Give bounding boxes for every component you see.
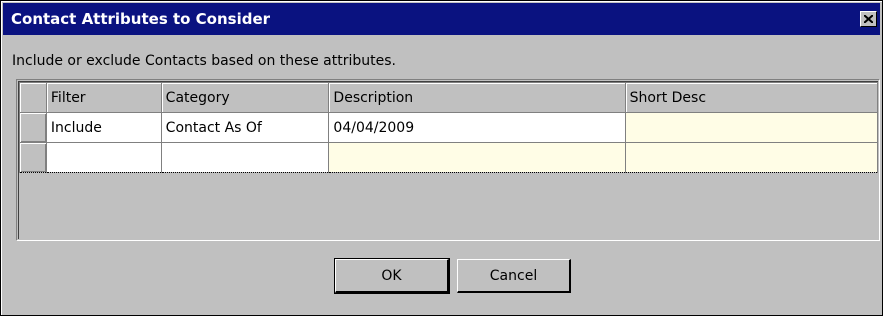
cell-short-desc[interactable]: [624, 112, 879, 143]
cell-filter[interactable]: [45, 142, 162, 173]
close-button[interactable]: [860, 11, 877, 27]
dialog-window: Contact Attributes to Consider Include o…: [0, 0, 883, 316]
grid-header-row: Filter Category Description Short Desc: [19, 82, 879, 113]
column-header-short-desc[interactable]: Short Desc: [624, 82, 879, 113]
column-header-description[interactable]: Description: [328, 82, 626, 113]
title-bar[interactable]: Contact Attributes to Consider: [3, 3, 880, 35]
cell-description[interactable]: 04/04/2009: [328, 112, 626, 143]
window-title: Contact Attributes to Consider: [11, 10, 271, 28]
row-selector[interactable]: [19, 112, 47, 143]
cancel-button[interactable]: Cancel: [457, 259, 571, 293]
cell-filter[interactable]: Include: [45, 112, 162, 143]
cell-description[interactable]: [328, 142, 626, 173]
header-corner: [19, 82, 47, 113]
cell-short-desc[interactable]: [624, 142, 879, 173]
cell-category[interactable]: Contact As Of: [160, 112, 330, 143]
ok-button[interactable]: OK: [334, 258, 450, 294]
cell-category[interactable]: [160, 142, 330, 173]
table-row-new: [19, 142, 879, 173]
row-selector[interactable]: [19, 142, 47, 173]
attributes-grid[interactable]: Filter Category Description Short Desc I…: [16, 79, 880, 241]
close-icon: [864, 15, 873, 23]
column-header-category[interactable]: Category: [160, 82, 330, 113]
instructions-text: Include or exclude Contacts based on the…: [12, 53, 396, 69]
table-row: Include Contact As Of 04/04/2009: [19, 112, 879, 143]
column-header-filter[interactable]: Filter: [45, 82, 162, 113]
